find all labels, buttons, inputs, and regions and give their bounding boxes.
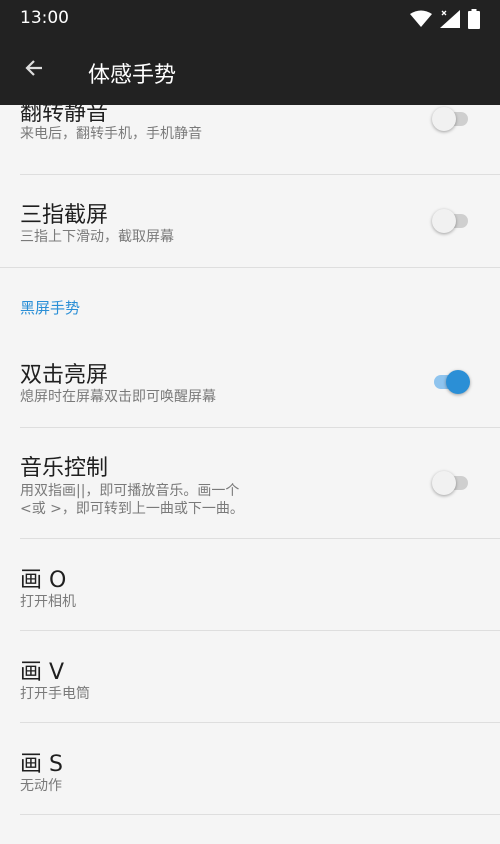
setting-subtitle: 打开相机 (20, 594, 76, 610)
page-title: 体感手势 (88, 63, 177, 88)
setting-subtitle-line-2: <或 >，即可转到上一曲或下一曲。 (20, 501, 244, 517)
three-finger-screenshot-switch[interactable] (432, 207, 468, 235)
setting-three-finger-screenshot[interactable]: 三指截屏 三指上下滑动，截取屏幕 (0, 175, 500, 267)
status-icons (410, 9, 480, 29)
setting-title: 音乐控制 (20, 456, 109, 481)
music-control-switch[interactable] (432, 469, 468, 497)
setting-title: 双击亮屏 (20, 363, 109, 388)
setting-subtitle-line-1: 用双指画||，即可播放音乐。画一个 (20, 483, 240, 499)
settings-list[interactable]: 翻转静音 来电后，翻转手机，手机静音 三指截屏 三指上下滑动，截取屏幕 黑屏手势… (0, 105, 500, 844)
setting-title: 三指截屏 (20, 203, 109, 228)
section-header-black-screen-gestures: 黑屏手势 (20, 299, 81, 317)
divider (0, 267, 500, 268)
setting-draw-v[interactable]: 画 V 打开手电筒 (0, 631, 500, 722)
setting-double-tap-wake[interactable]: 双击亮屏 熄屏时在屏幕双击即可唤醒屏幕 (0, 337, 500, 427)
arrow-left-icon (22, 56, 46, 84)
toolbar: 体感手势 (0, 38, 500, 105)
setting-music-control[interactable]: 音乐控制 用双指画||，即可播放音乐。画一个 <或 >，即可转到上一曲或下一曲。 (0, 428, 500, 538)
setting-draw-m[interactable]: 画 M (0, 815, 500, 844)
setting-draw-o[interactable]: 画 O 打开相机 (0, 539, 500, 630)
setting-draw-s[interactable]: 画 S 无动作 (0, 723, 500, 814)
setting-title: 画 O (20, 568, 67, 593)
battery-icon (468, 9, 480, 29)
flip-to-mute-switch[interactable] (432, 105, 468, 133)
setting-subtitle: 三指上下滑动，截取屏幕 (20, 229, 174, 245)
double-tap-wake-switch[interactable] (432, 368, 470, 396)
setting-subtitle: 打开手电筒 (20, 686, 90, 702)
wifi-icon (410, 10, 432, 28)
setting-subtitle: 无动作 (20, 778, 62, 794)
setting-title: 画 S (20, 752, 63, 777)
app-bar: 13:00 体感手势 (0, 0, 500, 105)
status-time: 13:00 (20, 8, 69, 28)
setting-subtitle: 熄屏时在屏幕双击即可唤醒屏幕 (20, 389, 216, 405)
back-button[interactable] (14, 50, 54, 90)
setting-subtitle: 来电后，翻转手机，手机静音 (20, 126, 202, 142)
setting-title: 画 V (20, 660, 65, 685)
setting-title: 画 M (20, 838, 68, 844)
cell-signal-icon (440, 10, 460, 28)
setting-flip-to-mute[interactable]: 翻转静音 来电后，翻转手机，手机静音 (0, 105, 500, 175)
status-bar: 13:00 (0, 0, 500, 38)
setting-title: 翻转静音 (20, 105, 109, 126)
